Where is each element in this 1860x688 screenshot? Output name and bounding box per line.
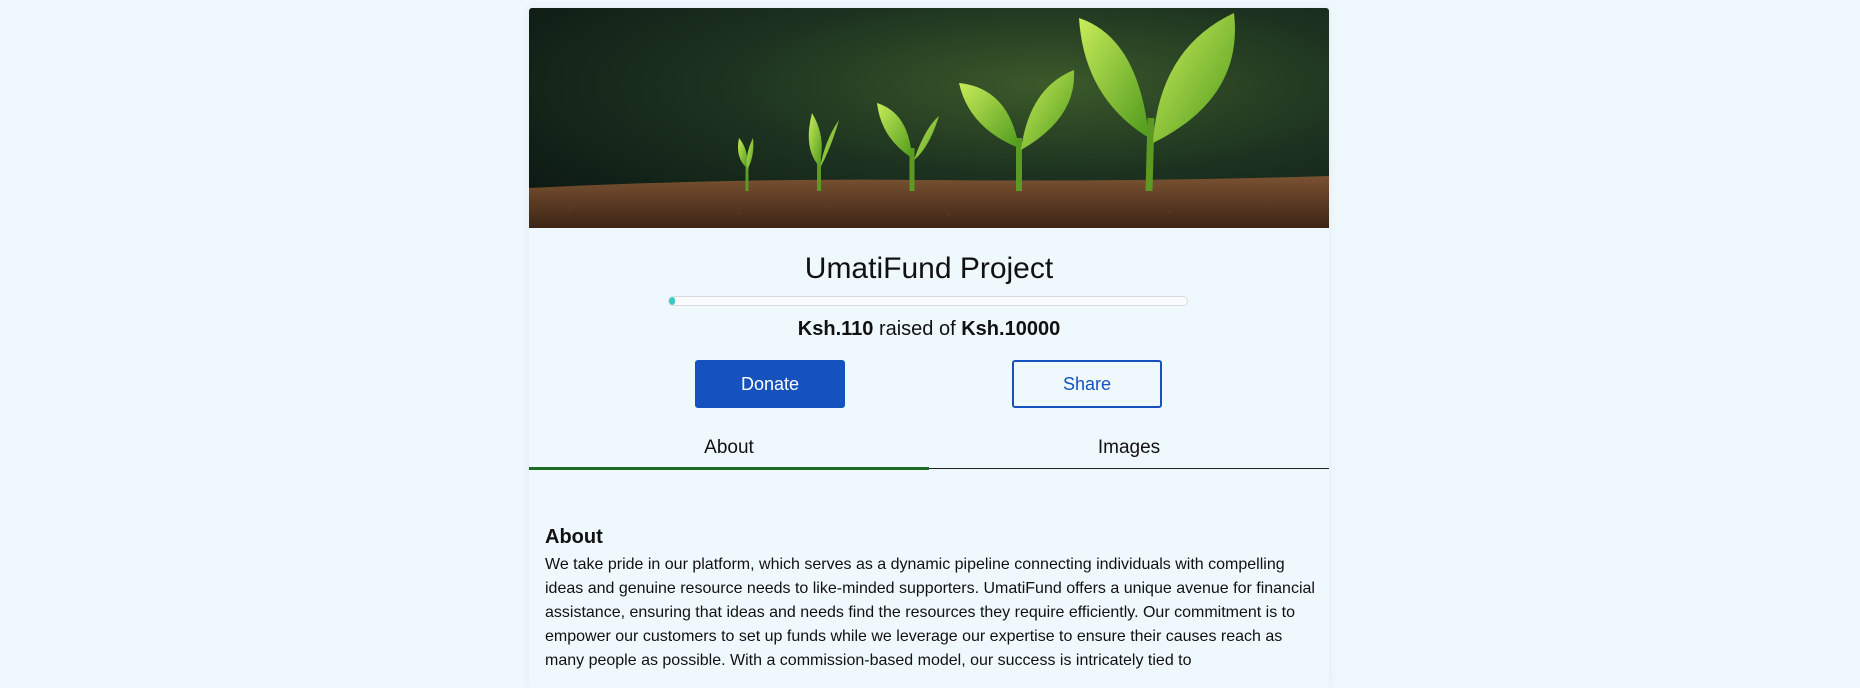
tab-about[interactable]: About: [529, 431, 929, 470]
share-button[interactable]: Share: [1012, 360, 1162, 408]
funding-summary: Ksh.110 raised of Ksh.10000: [529, 318, 1329, 341]
funding-progress-bar: [668, 296, 1188, 306]
tab-bar: About Images: [529, 431, 1329, 470]
funding-progress-fill: [669, 297, 675, 305]
donate-button[interactable]: Donate: [695, 360, 845, 408]
page-title: UmatiFund Project: [804, 252, 1054, 285]
tab-images[interactable]: Images: [929, 431, 1329, 468]
goal-amount: Ksh.10000: [961, 318, 1061, 340]
about-section: About We take pride in our platform, whi…: [545, 526, 1315, 673]
about-body: We take pride in our platform, which ser…: [545, 556, 1315, 669]
about-heading: About: [545, 526, 603, 548]
raised-amount: Ksh.110: [797, 318, 874, 340]
campaign-card: UmatiFund Project Ksh.110 raised of Ksh.…: [529, 8, 1329, 688]
raised-connector: raised of: [878, 318, 956, 340]
hero-image: [529, 8, 1329, 228]
